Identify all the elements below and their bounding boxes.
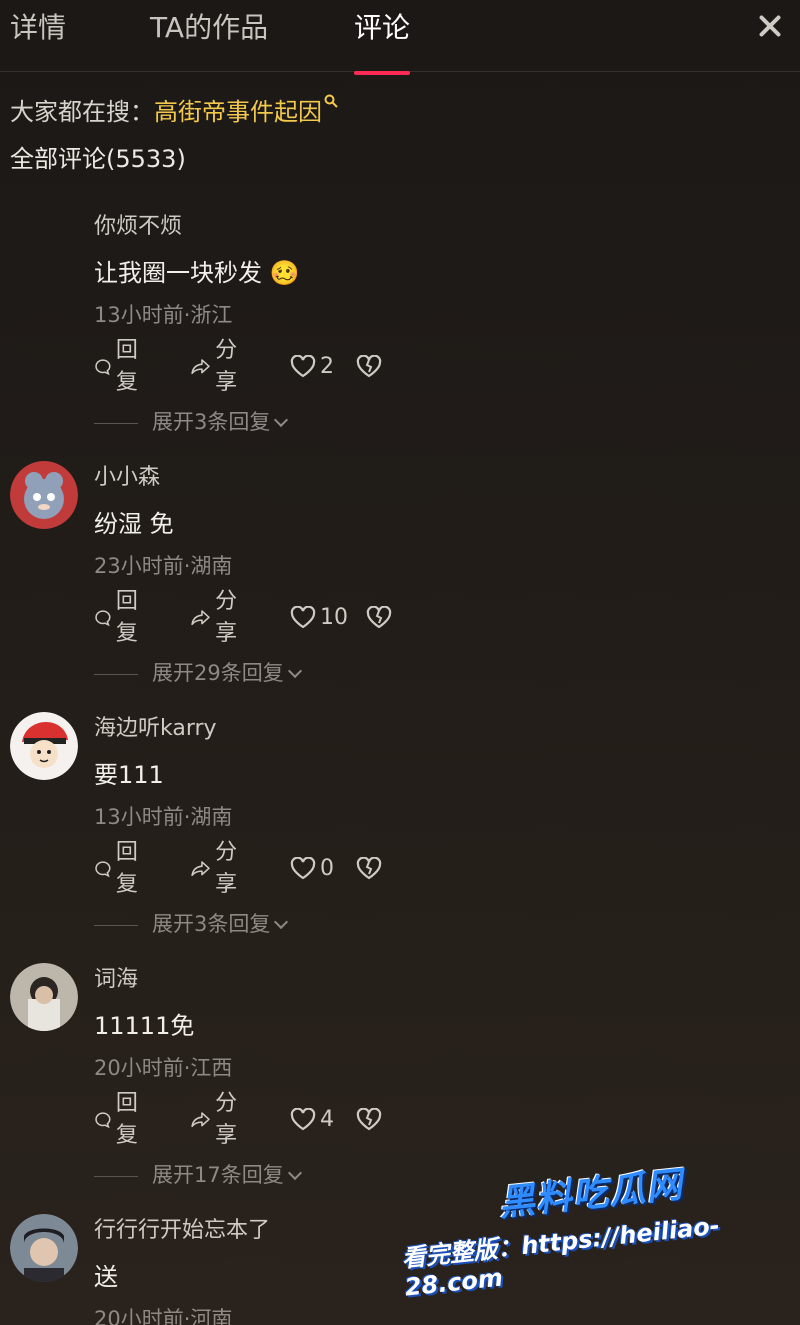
expand-replies[interactable]: 展开17条回复 bbox=[94, 1160, 302, 1190]
active-tab-indicator bbox=[354, 71, 410, 75]
comment-text: 11111免 bbox=[94, 1012, 195, 1040]
avatar[interactable] bbox=[10, 963, 78, 1031]
chevron-down-icon bbox=[287, 1165, 302, 1181]
comment-meta: 13小时前·湖南 bbox=[94, 805, 233, 829]
heart-icon bbox=[290, 355, 316, 378]
comment-author[interactable]: 词海 bbox=[94, 965, 138, 995]
avatar[interactable] bbox=[10, 712, 78, 780]
reply-icon bbox=[95, 359, 111, 376]
divider bbox=[94, 673, 138, 675]
reply-icon bbox=[95, 610, 111, 627]
share-icon bbox=[191, 359, 210, 375]
share-icon bbox=[191, 861, 210, 877]
comment-author[interactable]: 海边听karry bbox=[94, 714, 217, 744]
chevron-down-icon bbox=[274, 412, 289, 428]
avatar[interactable] bbox=[10, 1214, 78, 1282]
share-label: 分享 bbox=[215, 589, 238, 646]
divider bbox=[94, 924, 138, 926]
comment-meta: 13小时前·浙江 bbox=[94, 303, 233, 327]
reply-label: 回复 bbox=[115, 1091, 138, 1148]
divider bbox=[94, 422, 138, 424]
divider bbox=[94, 1175, 138, 1177]
chevron-down-icon bbox=[274, 914, 289, 930]
search-suggestion[interactable]: 大家都在搜：高街帝事件起因 bbox=[10, 94, 338, 129]
expand-replies-label: 展开3条回复 bbox=[152, 410, 271, 434]
expand-replies-label: 展开29条回复 bbox=[152, 661, 284, 685]
reply-icon bbox=[95, 1112, 111, 1129]
share-button[interactable]: 分享 bbox=[190, 1091, 246, 1148]
expand-replies-label: 展开3条回复 bbox=[152, 912, 271, 936]
like-count: 2 bbox=[320, 354, 334, 379]
expand-replies[interactable]: 展开29条回复 bbox=[94, 658, 302, 688]
reply-button[interactable]: 回复 bbox=[94, 589, 146, 646]
like-button[interactable]: 0 bbox=[290, 853, 334, 885]
share-label: 分享 bbox=[215, 1091, 238, 1148]
share-button[interactable]: 分享 bbox=[190, 589, 246, 646]
share-icon bbox=[191, 1112, 210, 1128]
like-button[interactable]: 2 bbox=[290, 351, 334, 383]
broken-heart-icon bbox=[366, 606, 392, 629]
dislike-button[interactable] bbox=[366, 602, 396, 634]
like-button[interactable]: 10 bbox=[290, 602, 348, 634]
tab-works[interactable]: TA的作品 bbox=[150, 8, 268, 48]
like-count: 0 bbox=[320, 856, 334, 881]
heart-icon bbox=[290, 606, 316, 629]
close-icon[interactable] bbox=[754, 10, 786, 42]
comment-text: 要111 bbox=[94, 761, 164, 789]
expand-replies[interactable]: 展开3条回复 bbox=[94, 909, 289, 939]
search-suggestion-term[interactable]: 高街帝事件起因 bbox=[154, 98, 322, 126]
dislike-button[interactable] bbox=[356, 853, 386, 885]
reply-label: 回复 bbox=[115, 338, 138, 395]
reply-label: 回复 bbox=[115, 840, 138, 897]
comment-meta: 23小时前·湖南 bbox=[94, 554, 233, 578]
heart-icon bbox=[290, 1108, 316, 1131]
comments-count: 全部评论(5533) bbox=[10, 145, 186, 173]
comment-text: 让我圈一块秒发 🥴 bbox=[94, 259, 300, 287]
avatar[interactable] bbox=[10, 461, 78, 529]
like-button[interactable]: 4 bbox=[290, 1104, 334, 1136]
like-count: 4 bbox=[320, 1107, 334, 1132]
tab-comments[interactable]: 评论 bbox=[354, 8, 410, 48]
search-suggestion-prefix: 大家都在搜： bbox=[10, 98, 154, 126]
broken-heart-icon bbox=[356, 857, 382, 880]
reply-button[interactable]: 回复 bbox=[94, 1091, 146, 1148]
tab-details[interactable]: 详情 bbox=[10, 8, 66, 48]
like-count: 10 bbox=[320, 605, 348, 630]
heart-icon bbox=[290, 857, 316, 880]
expand-replies-label: 展开17条回复 bbox=[152, 1163, 284, 1187]
comment-author[interactable]: 你烦不烦 bbox=[94, 212, 182, 242]
share-label: 分享 bbox=[215, 338, 238, 395]
reply-icon bbox=[95, 861, 111, 878]
broken-heart-icon bbox=[356, 355, 382, 378]
comment-text: 纷湿 免 bbox=[94, 510, 174, 538]
share-icon bbox=[191, 610, 210, 626]
comment-text: 送 bbox=[94, 1263, 118, 1291]
share-button[interactable]: 分享 bbox=[190, 840, 246, 897]
comment-author[interactable]: 行行行开始忘本了 bbox=[94, 1216, 270, 1246]
comment-meta: 20小时前·江西 bbox=[94, 1056, 233, 1080]
broken-heart-icon bbox=[356, 1108, 382, 1131]
reply-button[interactable]: 回复 bbox=[94, 338, 146, 395]
dislike-button[interactable] bbox=[356, 1104, 386, 1136]
share-button[interactable]: 分享 bbox=[190, 338, 246, 395]
reply-button[interactable]: 回复 bbox=[94, 840, 146, 897]
reply-label: 回复 bbox=[115, 589, 138, 646]
tab-bar: 详情 TA的作品 评论 bbox=[0, 0, 800, 75]
share-label: 分享 bbox=[215, 840, 238, 897]
comment-author[interactable]: 小小森 bbox=[94, 463, 160, 493]
search-icon bbox=[324, 94, 338, 108]
comment-meta: 20小时前·河南 bbox=[94, 1307, 233, 1325]
expand-replies[interactable]: 展开3条回复 bbox=[94, 407, 289, 437]
chevron-down-icon bbox=[287, 663, 302, 679]
dislike-button[interactable] bbox=[356, 351, 386, 383]
